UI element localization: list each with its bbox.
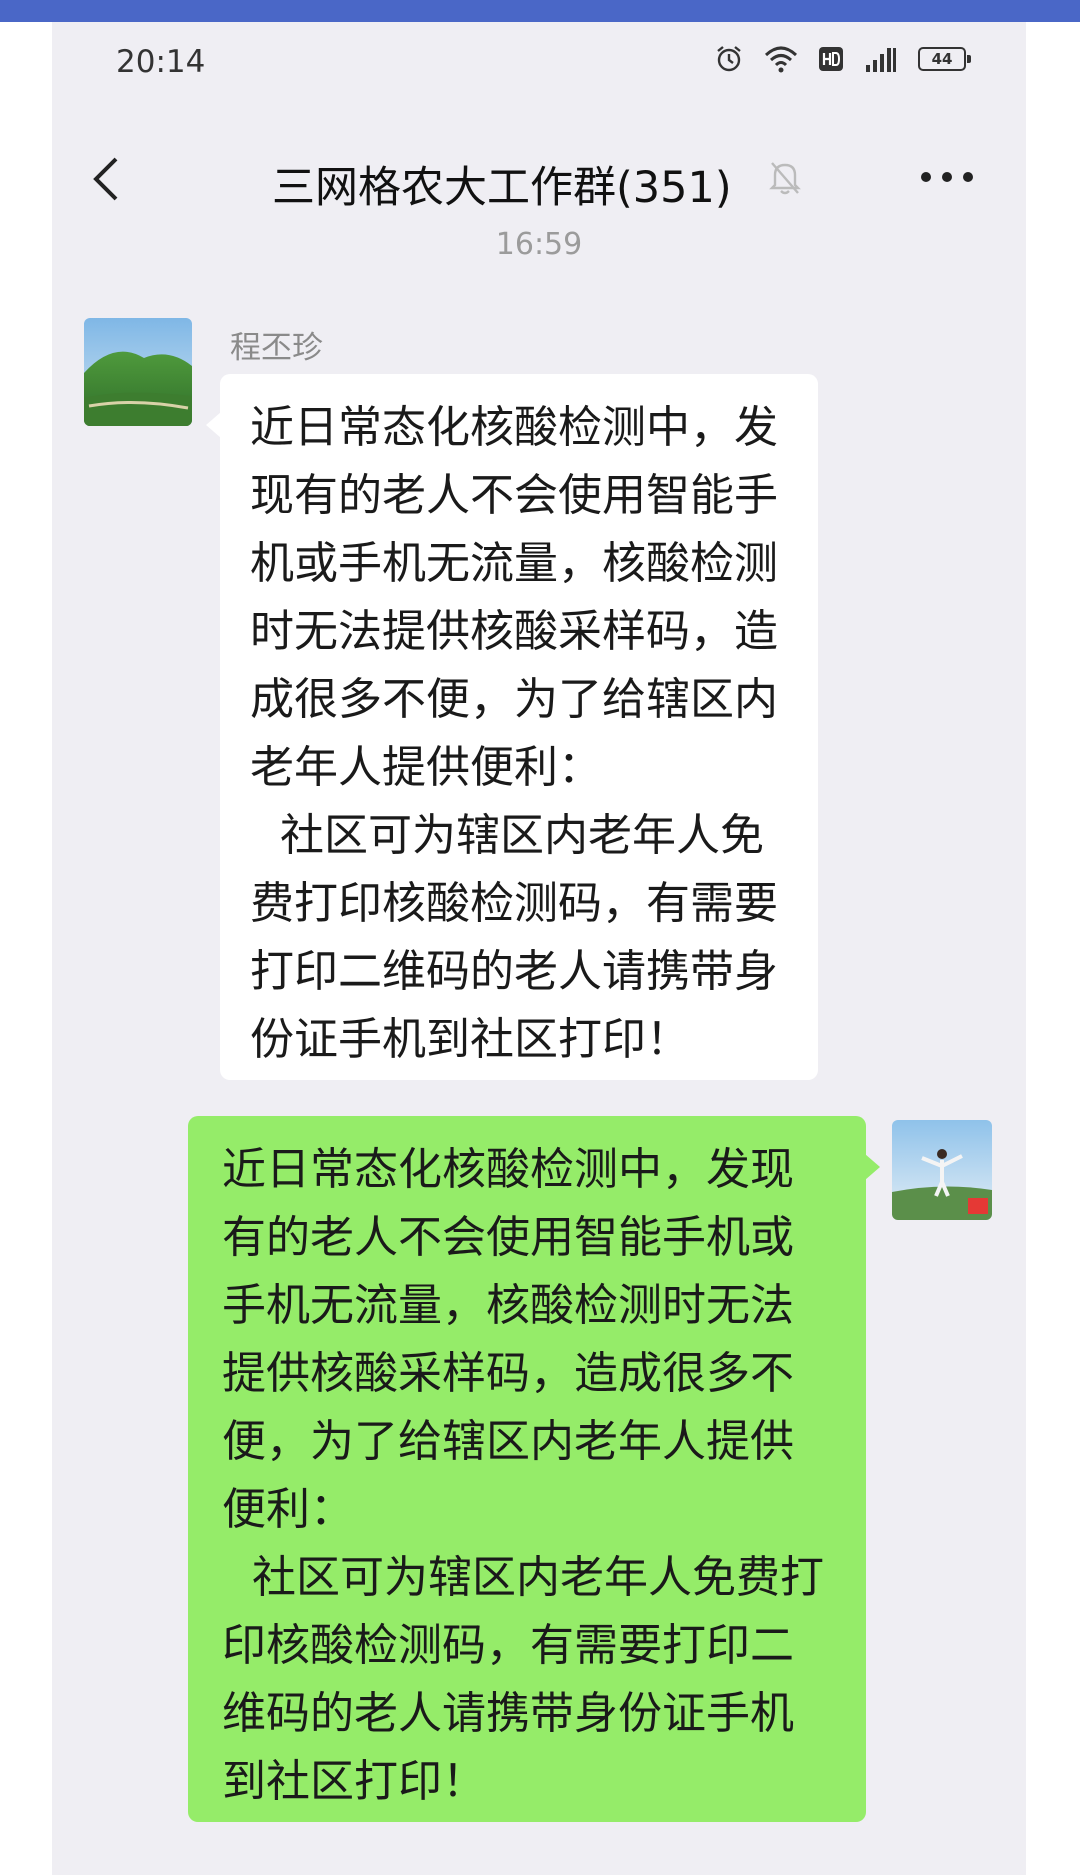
message-paragraph: 近日常态化核酸检测中，发现有的老人不会使用智能手机或手机无流量，核酸检测时无法提… [250, 402, 778, 793]
status-time: 20:14 [116, 44, 206, 80]
top-banner-strip [0, 0, 1080, 22]
left-margin [0, 22, 52, 1875]
landscape-avatar-image [84, 318, 192, 426]
alarm-icon [717, 46, 741, 72]
bell-muted-icon [769, 162, 801, 195]
message-paragraph: 近日常态化核酸检测中，发现有的老人不会使用智能手机或手机无流量，核酸检测时无法提… [222, 1144, 794, 1535]
battery-level: 44 [931, 50, 953, 68]
right-margin [1026, 22, 1080, 1875]
chat-header: 三网格农大工作群(351) [52, 127, 1026, 227]
sender-avatar[interactable] [84, 318, 192, 426]
battery-icon: 44 [918, 47, 971, 71]
more-button[interactable] [912, 157, 982, 207]
signal-icon [866, 48, 896, 72]
message-timestamp: 16:59 [495, 227, 583, 262]
chat-screen: 20:14 44 三网格农大工作群(351) 16:59 程丕珍 近日常态化核酸… [52, 22, 1026, 1875]
person-avatar-image [892, 1120, 992, 1220]
hd-icon [819, 47, 843, 71]
incoming-message-bubble[interactable]: 近日常态化核酸检测中，发现有的老人不会使用智能手机或手机无流量，核酸检测时无法提… [206, 374, 818, 1080]
more-dots-icon [921, 172, 973, 182]
self-avatar[interactable] [892, 1120, 992, 1220]
status-icons: 44 [714, 44, 971, 74]
wifi-icon [764, 46, 798, 73]
message-paragraph: 社区可为辖区内老年人免费打印核酸检测码，有需要打印二维码的老人请携带身份证手机到… [250, 810, 778, 1065]
chevron-left-icon [93, 157, 118, 201]
status-bar: 20:14 44 [52, 22, 1026, 112]
chat-title: 三网格农大工作群(351) [272, 163, 732, 213]
message-paragraph: 社区可为辖区内老年人免费打印核酸检测码，有需要打印二维码的老人请携带身份证手机到… [222, 1552, 824, 1807]
outgoing-message-bubble[interactable]: 近日常态化核酸检测中，发现有的老人不会使用智能手机或手机无流量，核酸检测时无法提… [188, 1116, 880, 1822]
sender-name: 程丕珍 [230, 330, 323, 366]
back-button[interactable] [78, 149, 138, 209]
